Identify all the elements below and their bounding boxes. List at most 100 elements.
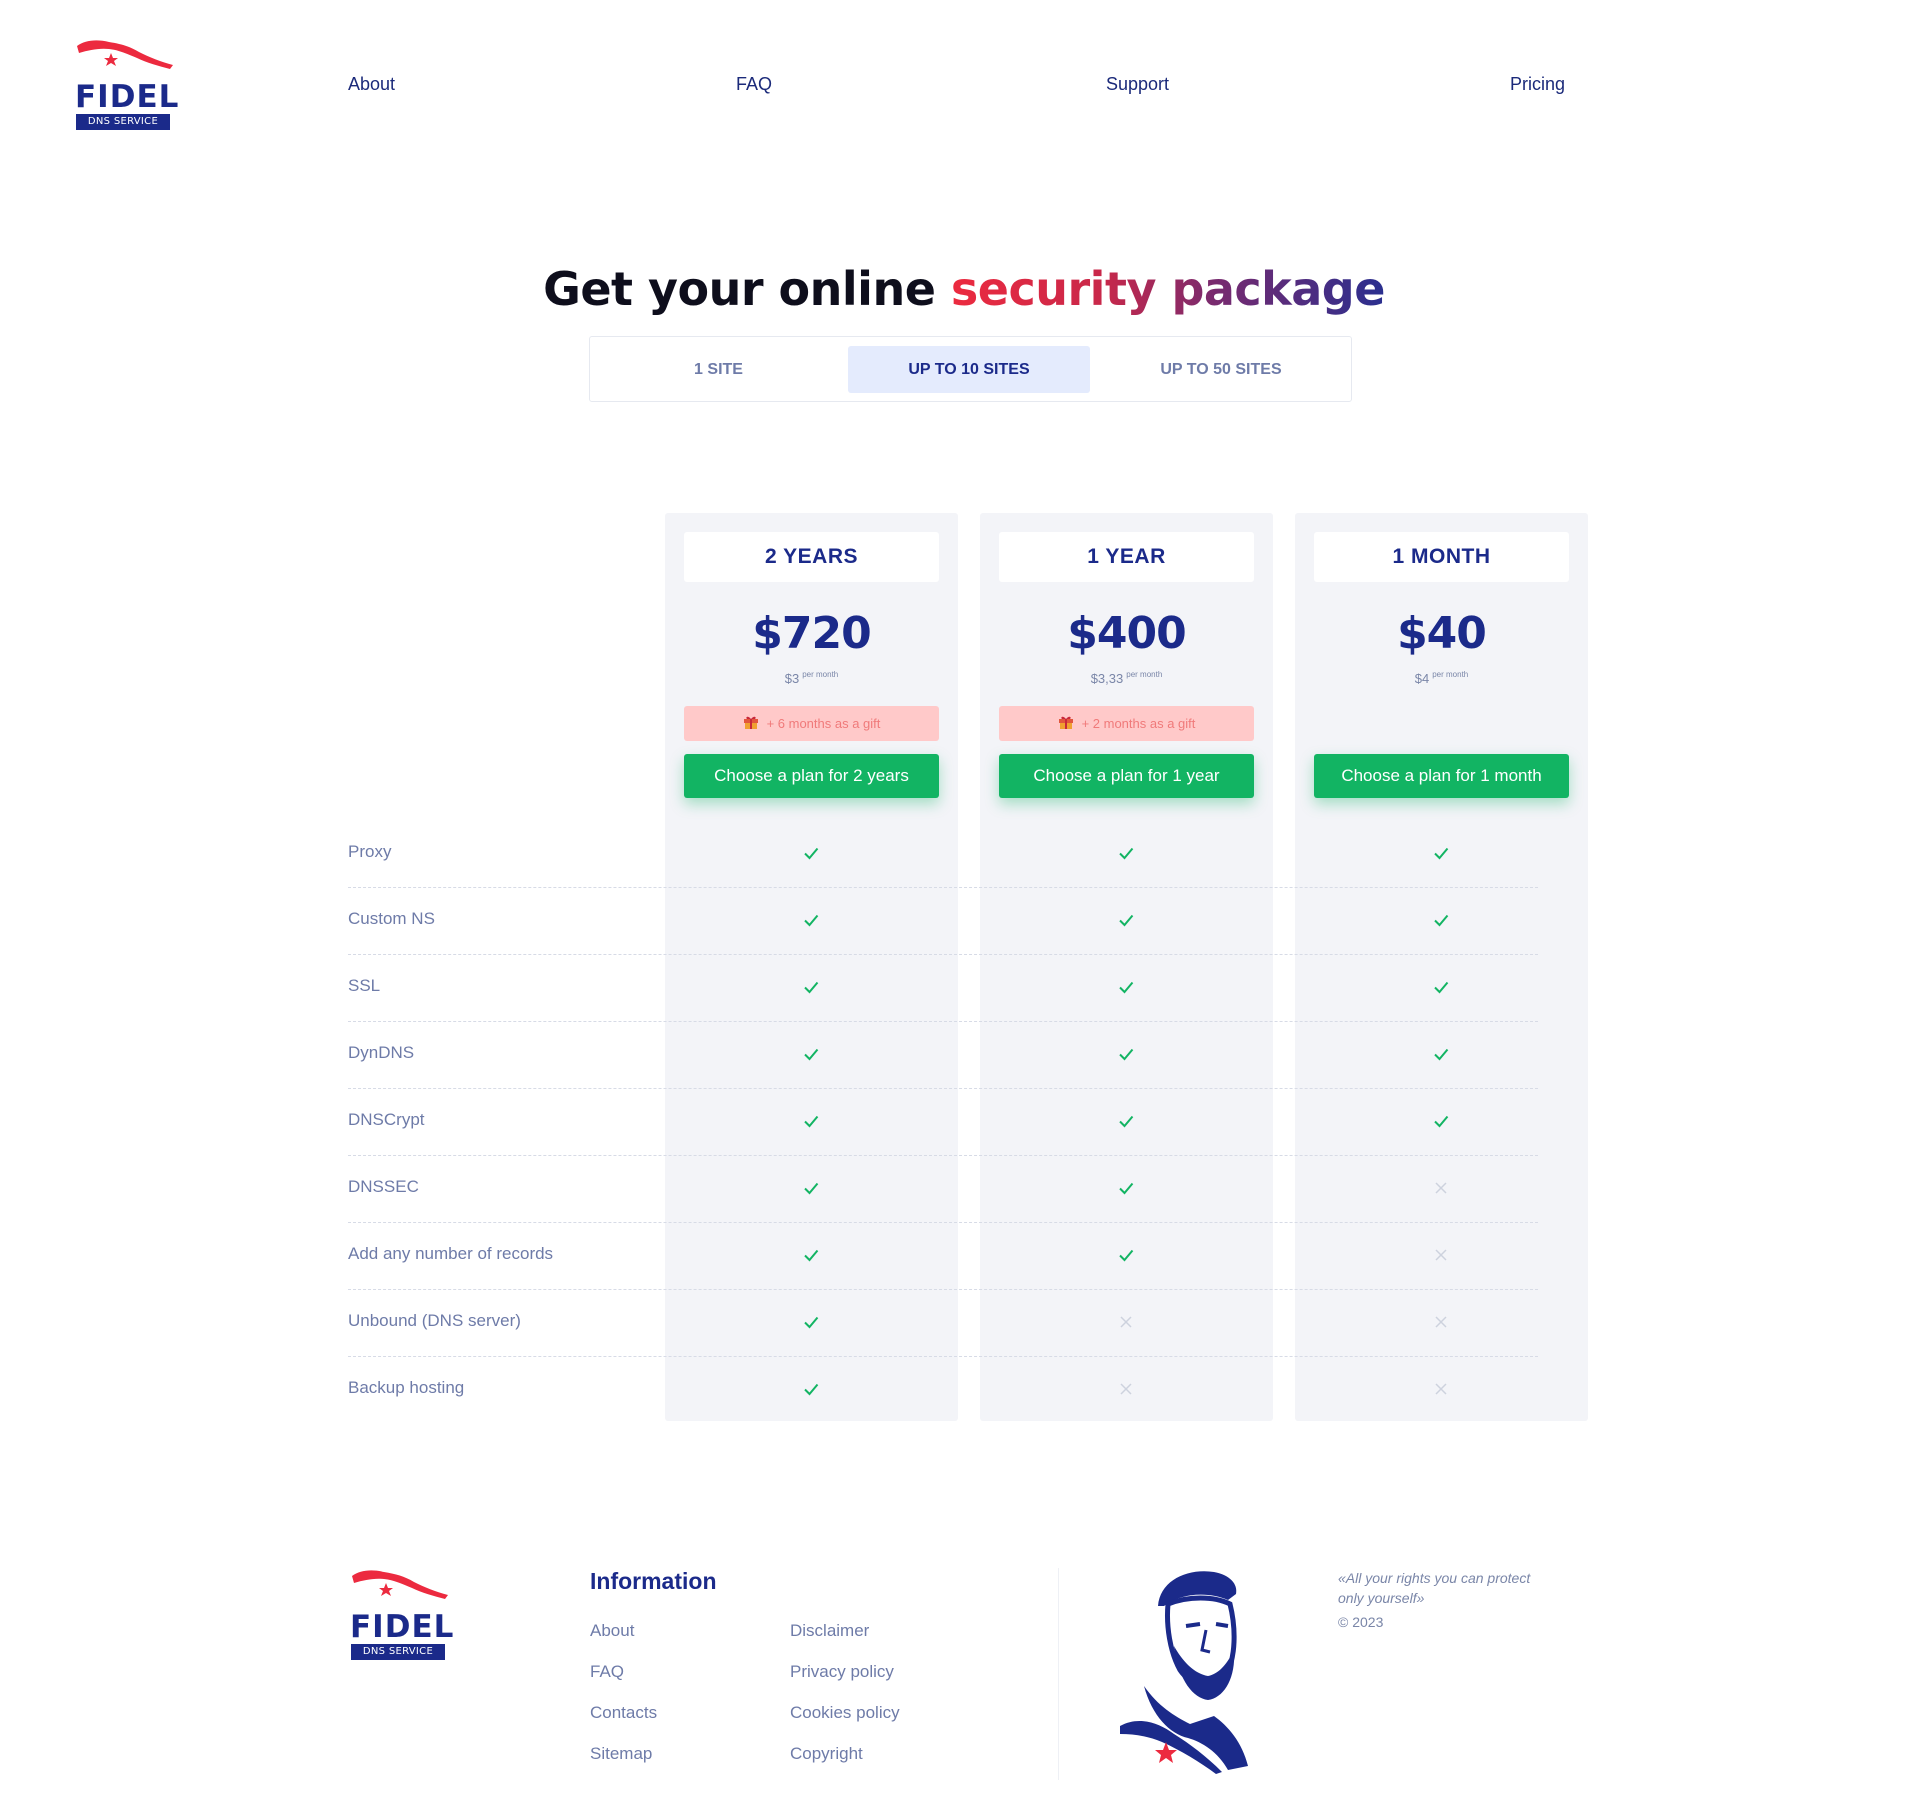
plan-card-1-month: 1 MONTH $40 $4 per month Choose a plan fo…: [1295, 513, 1588, 1421]
plan-period: 1 YEAR: [999, 532, 1254, 582]
row-divider: [348, 1289, 1538, 1290]
cross-icon: [1432, 1313, 1450, 1331]
cross-icon: [1117, 1380, 1135, 1398]
footer-quote: «All your rights you can protect only yo…: [1338, 1570, 1531, 1606]
gift-icon: [1058, 716, 1073, 729]
footer-divider: [1058, 1568, 1059, 1780]
tab-up-to-10-sites[interactable]: UP TO 10 SITES: [848, 346, 1090, 393]
check-icon: [1432, 978, 1450, 996]
per-month-unit: per month: [1432, 670, 1469, 679]
plan-price: $400: [1067, 608, 1186, 659]
nav-pricing[interactable]: Pricing: [1510, 74, 1565, 95]
logo-tagline: DNS SERVICE: [76, 114, 170, 130]
check-icon: [1117, 978, 1135, 996]
plan-per-month: $3,33 per month: [980, 670, 1273, 686]
footer-link-privacy[interactable]: Privacy policy: [790, 1662, 894, 1682]
per-month-value: $3,33: [1090, 671, 1124, 686]
footer-link-contacts[interactable]: Contacts: [590, 1703, 657, 1723]
per-month-unit: per month: [1126, 670, 1163, 679]
row-divider: [348, 1155, 1538, 1156]
feature-label: DNSCrypt: [348, 1110, 425, 1129]
check-icon: [1117, 1179, 1135, 1197]
page-title: Get your online security package: [0, 262, 1920, 316]
nav-faq[interactable]: FAQ: [736, 74, 772, 95]
feature-label: DynDNS: [348, 1043, 415, 1062]
row-divider: [348, 1088, 1538, 1089]
plan-card-2-years: 2 YEARS $720 $3 per month + 6 months as a…: [665, 513, 958, 1421]
title-part-1: Get your online: [543, 262, 951, 316]
row-divider: [348, 887, 1538, 888]
check-icon: [1117, 911, 1135, 929]
footer-logo[interactable]: FIDEL DNS SERVICE: [350, 1568, 453, 1660]
cuba-map-icon: [77, 40, 173, 69]
plan-period: 2 YEARS: [684, 532, 939, 582]
footer-heading: Information: [590, 1568, 717, 1594]
logo-tagline: DNS SERVICE: [351, 1644, 445, 1660]
gift-text: + 2 months as a gift: [1081, 716, 1196, 731]
nav-support[interactable]: Support: [1106, 74, 1169, 95]
footer-link-copyright[interactable]: Copyright: [790, 1744, 863, 1764]
check-icon: [1432, 844, 1450, 862]
feature-label: Backup hosting: [348, 1378, 465, 1397]
per-month-value: $3: [784, 671, 800, 686]
check-icon: [1117, 844, 1135, 862]
footer-link-sitemap[interactable]: Sitemap: [590, 1744, 652, 1764]
row-divider: [348, 1222, 1538, 1223]
check-icon: [802, 978, 820, 996]
check-icon: [1432, 1112, 1450, 1130]
plan-per-month: $4 per month: [1295, 670, 1588, 686]
per-month-value: $4: [1414, 671, 1430, 686]
feature-label: Add any number of records: [348, 1244, 554, 1263]
gift-icon: [743, 716, 758, 729]
nav-about[interactable]: About: [348, 74, 395, 95]
feature-label: SSL: [348, 976, 381, 995]
row-divider: [348, 1356, 1538, 1357]
check-icon: [1117, 1112, 1135, 1130]
check-icon: [802, 1313, 820, 1331]
title-highlight: security package: [950, 262, 1386, 316]
check-icon: [802, 1112, 820, 1130]
logo-wordmark: FIDEL: [75, 79, 180, 115]
check-icon: [1117, 1045, 1135, 1063]
footer-link-disclaimer[interactable]: Disclaimer: [790, 1621, 869, 1641]
footer-copyright: © 2023: [1338, 1614, 1384, 1630]
plan-period: 1 MONTH: [1314, 532, 1569, 582]
cross-icon: [1432, 1179, 1450, 1197]
feature-label: Unbound (DNS server): [348, 1311, 521, 1330]
feature-label: DNSSEC: [348, 1177, 419, 1196]
plan-price: $720: [752, 608, 871, 659]
check-icon: [802, 1179, 820, 1197]
footer-link-about[interactable]: About: [590, 1621, 634, 1641]
tab-1-site[interactable]: 1 SITE: [598, 346, 839, 393]
check-icon: [802, 1380, 820, 1398]
site-count-tabs: 1 SITE UP TO 10 SITES UP TO 50 SITES: [589, 336, 1352, 402]
cuba-map-icon: [352, 1570, 448, 1599]
check-icon: [1432, 911, 1450, 929]
check-icon: [802, 911, 820, 929]
row-divider: [348, 1021, 1538, 1022]
plan-card-1-year: 1 YEAR $400 $3,33 per month + 2 months as…: [980, 513, 1273, 1421]
plan-per-month: $3 per month: [665, 670, 958, 686]
choose-1-month-button[interactable]: Choose a plan for 1 month: [1314, 754, 1569, 798]
check-icon: [802, 1045, 820, 1063]
fidel-portrait-icon: [1120, 1571, 1248, 1774]
row-divider: [348, 954, 1538, 955]
gift-text: + 6 months as a gift: [766, 716, 881, 731]
choose-2-years-button[interactable]: Choose a plan for 2 years: [684, 754, 939, 798]
logo-wordmark: FIDEL: [350, 1609, 455, 1645]
choose-1-year-button[interactable]: Choose a plan for 1 year: [999, 754, 1254, 798]
tab-up-to-50-sites[interactable]: UP TO 50 SITES: [1099, 346, 1343, 393]
footer-link-faq[interactable]: FAQ: [590, 1662, 624, 1682]
header-logo[interactable]: FIDEL DNS SERVICE: [75, 38, 178, 130]
plan-price: $40: [1397, 608, 1487, 659]
cross-icon: [1117, 1313, 1135, 1331]
feature-label: Custom NS: [348, 909, 435, 928]
check-icon: [1432, 1045, 1450, 1063]
feature-label: Proxy: [348, 842, 392, 861]
check-icon: [1117, 1246, 1135, 1264]
cross-icon: [1432, 1246, 1450, 1264]
per-month-unit: per month: [802, 670, 839, 679]
check-icon: [802, 844, 820, 862]
gift-badge: + 2 months as a gift: [999, 706, 1254, 741]
footer-link-cookies[interactable]: Cookies policy: [790, 1703, 900, 1723]
